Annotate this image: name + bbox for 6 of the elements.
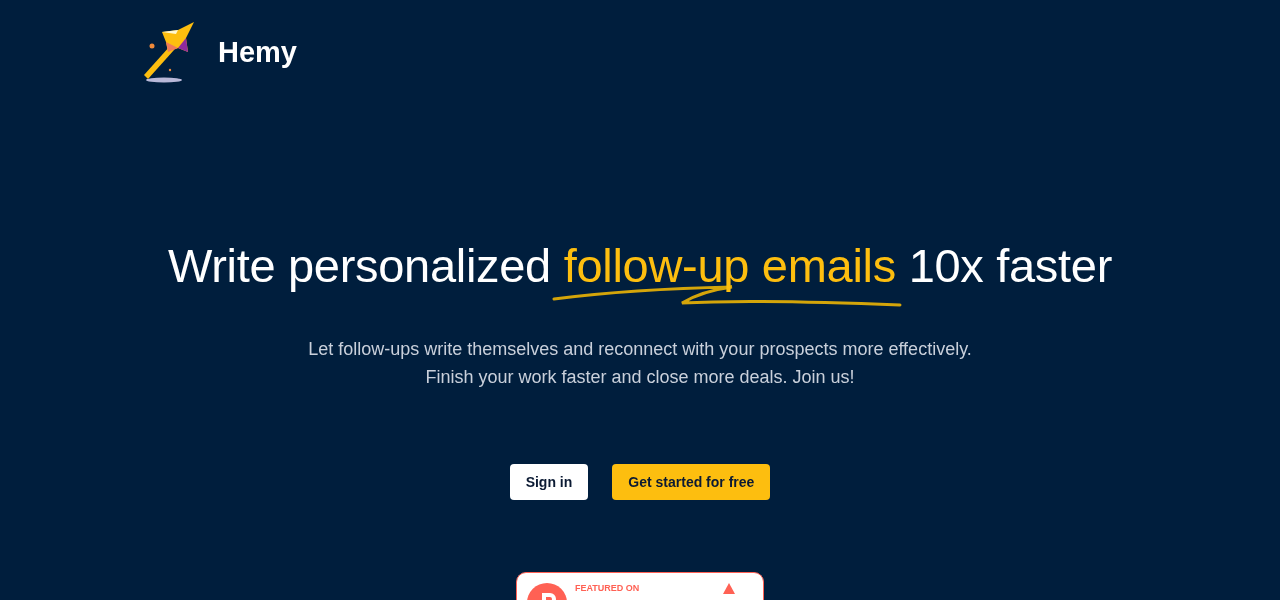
subtitle: Let follow-ups write themselves and reconnect with your prospects more effectively. Finish your work faster and close more deals. Join us! — [308, 338, 972, 389]
get-started-button[interactable]: Get started for free — [612, 464, 771, 500]
sign-in-button[interactable]: Sign in — [509, 464, 589, 500]
brand-name: Hemy — [218, 35, 297, 69]
badge-caption: FEATURED ON — [575, 583, 640, 593]
headline: Write personalized follow-up emails 10x faster — [167, 238, 1112, 293]
